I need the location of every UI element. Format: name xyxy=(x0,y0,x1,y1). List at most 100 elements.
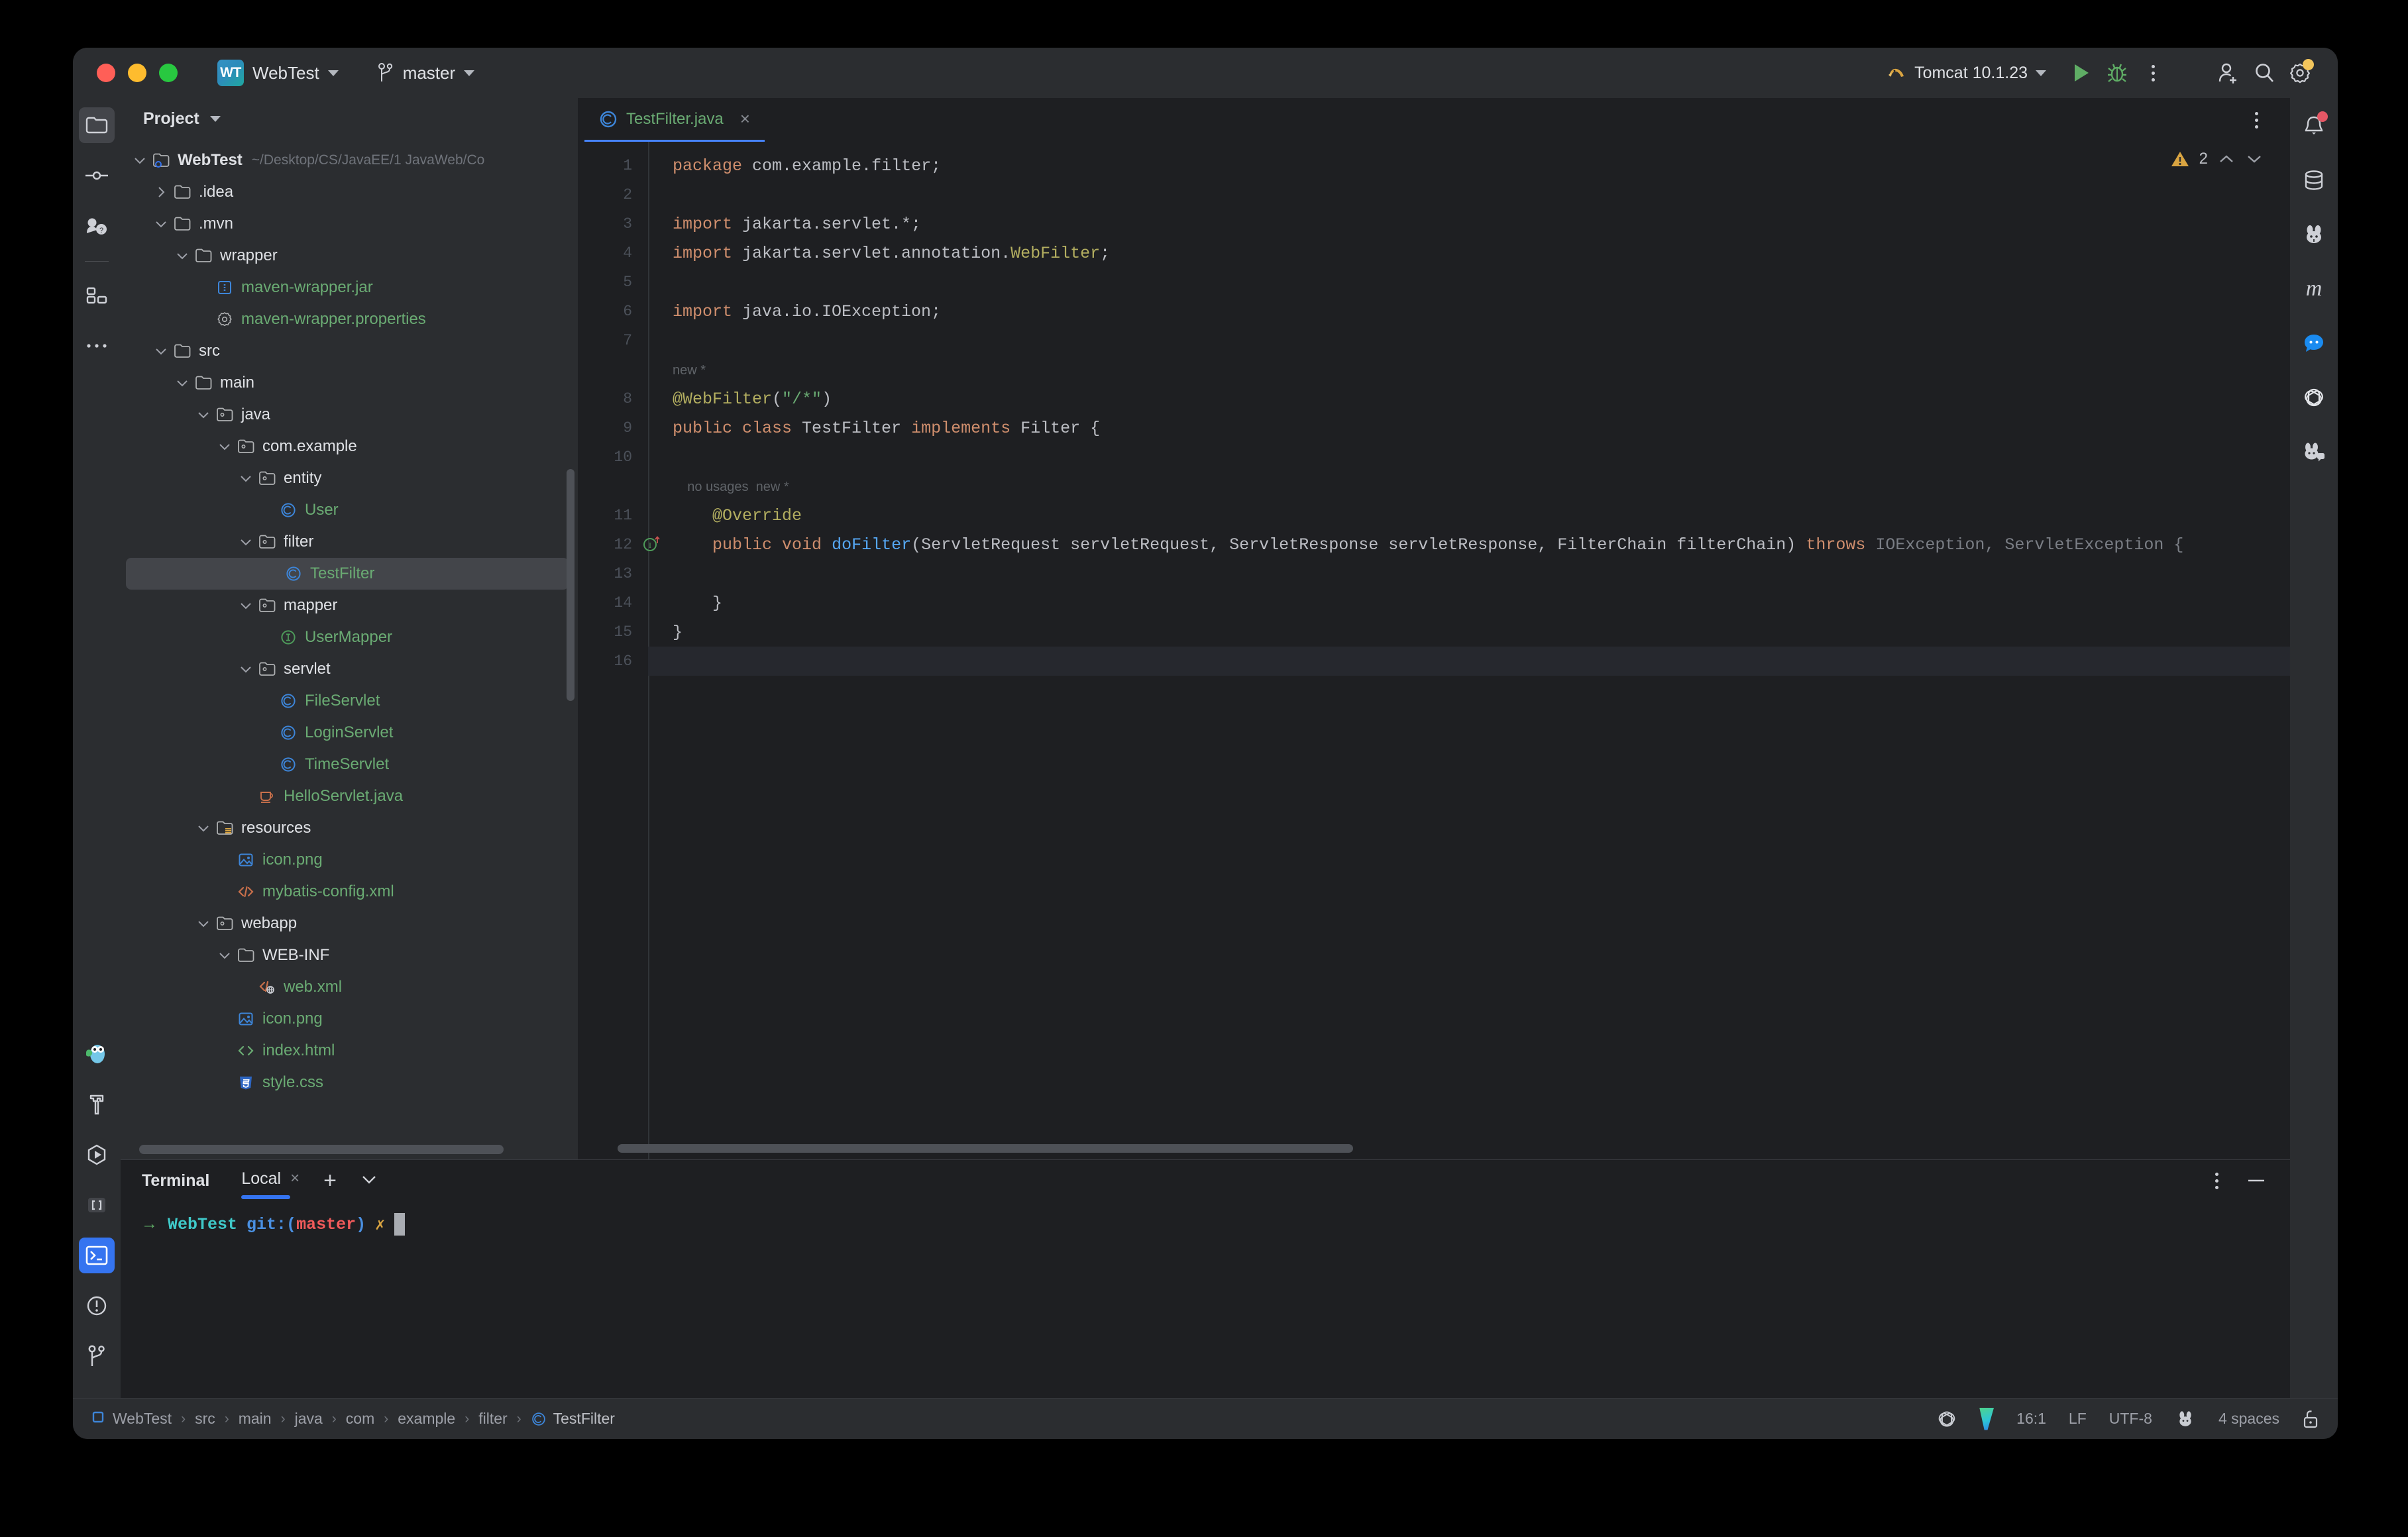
sidebar-item-more[interactable] xyxy=(79,328,115,364)
tree-twistie[interactable] xyxy=(236,535,256,549)
tree-item[interactable]: UserMapper xyxy=(121,621,578,653)
sidebar-item-database[interactable] xyxy=(2295,162,2332,199)
breadcrumb[interactable]: WebTest›src›main›java›com›example›filter… xyxy=(91,1410,615,1428)
breadcrumb-item[interactable]: java xyxy=(295,1410,323,1428)
tree-item[interactable]: mapper xyxy=(121,590,578,621)
tree-twistie[interactable] xyxy=(215,948,235,963)
breadcrumb-item[interactable]: WebTest xyxy=(113,1410,172,1428)
tree-item[interactable]: User xyxy=(121,494,578,526)
terminal-tab-list-button[interactable] xyxy=(359,1173,379,1189)
project-panel-header[interactable]: Project xyxy=(121,98,578,139)
sidebar-item-maven[interactable]: m xyxy=(2295,270,2332,307)
tree-twistie[interactable] xyxy=(172,248,192,263)
close-window-button[interactable] xyxy=(97,64,115,82)
tree-item[interactable]: TimeServlet xyxy=(121,749,578,780)
close-icon[interactable]: × xyxy=(740,109,750,129)
sidebar-item-project[interactable] xyxy=(79,107,115,143)
tree-twistie[interactable] xyxy=(151,185,171,199)
editor-options-button[interactable] xyxy=(2238,102,2274,138)
sidebar-item-ai-assistant[interactable] xyxy=(2295,216,2332,253)
chevron-down-icon[interactable] xyxy=(2245,152,2264,166)
vue-v-icon[interactable] xyxy=(1979,1408,1994,1430)
tree-item[interactable]: .idea xyxy=(121,176,578,208)
tree-item[interactable]: web.xml xyxy=(121,971,578,1003)
editor-tab-testfilter[interactable]: TestFilter.java × xyxy=(584,98,765,142)
tree-item[interactable]: java xyxy=(121,399,578,431)
tree-item[interactable]: com.example xyxy=(121,431,578,462)
add-collaborator-button[interactable] xyxy=(2211,55,2246,91)
line-separator[interactable]: LF xyxy=(2069,1410,2087,1428)
tree-twistie[interactable] xyxy=(215,439,235,454)
project-selector[interactable]: WT WebTest xyxy=(217,60,339,86)
more-vertical-icon[interactable] xyxy=(2215,1173,2218,1189)
debug-button[interactable] xyxy=(2099,55,2135,91)
tree-item[interactable]: maven-wrapper.properties xyxy=(121,303,578,335)
tree-item[interactable]: HelloServlet.java xyxy=(121,780,578,812)
more-actions-button[interactable] xyxy=(2135,55,2171,91)
tree-item[interactable]: maven-wrapper.jar xyxy=(121,272,578,303)
tree-item[interactable]: wrapper xyxy=(121,240,578,272)
tree-twistie[interactable] xyxy=(236,598,256,613)
indent-setting[interactable]: 4 spaces xyxy=(2218,1410,2279,1428)
sidebar-item-commit[interactable] xyxy=(79,158,115,193)
tree-item[interactable]: index.html xyxy=(121,1035,578,1067)
breadcrumb-item[interactable]: src xyxy=(195,1410,215,1428)
run-button[interactable] xyxy=(2063,55,2099,91)
sidebar-item-problems[interactable] xyxy=(79,1288,115,1324)
run-configuration-selector[interactable]: Tomcat 10.1.23 xyxy=(1887,64,2046,83)
minimize-icon[interactable] xyxy=(2246,1178,2266,1183)
tree-twistie[interactable] xyxy=(193,916,213,931)
breadcrumb-item[interactable]: example xyxy=(398,1410,455,1428)
sidebar-item-notifications[interactable] xyxy=(2295,107,2332,144)
tree-twistie[interactable] xyxy=(130,153,150,168)
terminal-output[interactable]: → WebTest git:( master ) ✗ xyxy=(121,1201,2290,1398)
project-tree[interactable]: WebTest~/Desktop/CS/JavaEE/1 JavaWeb/Co.… xyxy=(121,139,578,1159)
tree-item[interactable]: resources xyxy=(121,812,578,844)
tree-twistie[interactable] xyxy=(193,821,213,835)
tree-item[interactable]: mybatis-config.xml xyxy=(121,876,578,908)
sidebar-item-structure[interactable] xyxy=(79,278,115,313)
tree-item[interactable]: src xyxy=(121,335,578,367)
minimize-window-button[interactable] xyxy=(128,64,146,82)
code-editor[interactable]: 2 1package com.example.filter;23import j… xyxy=(578,142,2290,1159)
inspection-widget[interactable]: 2 xyxy=(2170,150,2264,168)
tree-item[interactable]: entity xyxy=(121,462,578,494)
tree-item[interactable]: FileServlet xyxy=(121,685,578,717)
tree-item[interactable]: filter xyxy=(121,526,578,558)
settings-button[interactable] xyxy=(2282,55,2318,91)
rabbit-icon[interactable] xyxy=(2175,1410,2196,1428)
tree-item[interactable]: WebTest~/Desktop/CS/JavaEE/1 JavaWeb/Co xyxy=(121,144,578,176)
breadcrumb-item-current[interactable]: TestFilter xyxy=(553,1410,615,1428)
git-branch-selector[interactable]: master xyxy=(377,63,474,83)
tree-twistie[interactable] xyxy=(172,376,192,390)
tree-twistie[interactable] xyxy=(236,662,256,676)
breadcrumb-item[interactable]: filter xyxy=(478,1410,507,1428)
tree-item[interactable]: webapp xyxy=(121,908,578,939)
maximize-window-button[interactable] xyxy=(159,64,178,82)
tree-item[interactable]: servlet xyxy=(121,653,578,685)
editor-hscrollbar[interactable] xyxy=(618,1144,1353,1153)
implementing-method-icon[interactable]: I xyxy=(641,534,661,554)
terminal-tab-local[interactable]: Local × xyxy=(241,1169,300,1192)
unlock-icon[interactable] xyxy=(2302,1409,2321,1429)
search-everywhere-button[interactable] xyxy=(2246,55,2282,91)
sidebar-item-openai[interactable] xyxy=(2295,379,2332,416)
breadcrumb-item[interactable]: main xyxy=(239,1410,272,1428)
caret-position[interactable]: 16:1 xyxy=(2016,1410,2046,1428)
tree-item-selected[interactable]: TestFilter xyxy=(126,558,569,590)
new-terminal-tab-button[interactable]: + xyxy=(323,1168,337,1194)
tree-item[interactable]: .mvn xyxy=(121,208,578,240)
tree-item[interactable]: style.css xyxy=(121,1067,578,1098)
sidebar-item-run[interactable] xyxy=(79,1137,115,1173)
project-tree-vscrollbar[interactable] xyxy=(567,469,575,701)
project-tree-hscrollbar[interactable] xyxy=(139,1145,504,1154)
breadcrumb-item[interactable]: com xyxy=(346,1410,374,1428)
sidebar-item-go[interactable] xyxy=(79,1036,115,1072)
tree-item[interactable]: icon.png xyxy=(121,1003,578,1035)
file-encoding[interactable]: UTF-8 xyxy=(2109,1410,2152,1428)
openai-swirl-icon[interactable] xyxy=(1937,1409,1957,1429)
tree-twistie[interactable] xyxy=(151,344,171,358)
chevron-up-icon[interactable] xyxy=(2217,152,2236,166)
sidebar-item-terminal[interactable] xyxy=(79,1238,115,1273)
sidebar-item-ai-chat[interactable] xyxy=(2295,433,2332,470)
